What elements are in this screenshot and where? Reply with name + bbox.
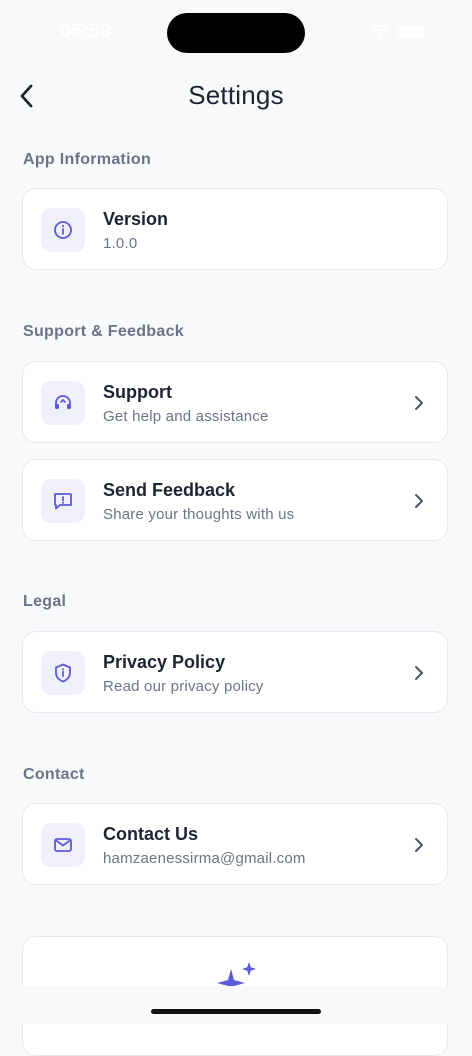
chevron-right-icon [415,666,423,680]
shield-icon [55,663,71,683]
contact-us-row[interactable]: Contact Us hamzaenessirma@gmail.com [22,803,448,885]
info-icon-container [41,208,85,252]
home-indicator [151,1009,321,1014]
status-time: 06:59 [60,20,112,42]
support-subtitle: Get help and assistance [103,408,269,425]
status-icons [370,24,428,39]
section-header-support-feedback: Support & Feedback [23,323,184,340]
version-title: Version [103,209,169,229]
section-header-legal: Legal [23,593,67,610]
info-icon [54,221,72,239]
send-feedback-row[interactable]: Send Feedback Share your thoughts with u… [22,459,448,541]
headset-icon-container [41,381,85,425]
privacy-policy-subtitle: Read our privacy policy [103,678,264,695]
section-header-app-information: App Information [23,151,152,168]
privacy-policy-title: Privacy Policy [103,652,226,672]
chevron-right-icon [415,494,423,508]
support-title: Support [103,382,172,402]
section-header-contact: Contact [23,766,85,783]
nav-bar: Settings [0,70,472,124]
headset-icon [55,395,71,409]
shield-icon-container [41,651,85,695]
battery-icon [398,25,428,39]
version-value: 1.0.0 [103,235,138,252]
chevron-right-icon [415,396,423,410]
contact-us-email: hamzaenessirma@gmail.com [103,850,306,867]
privacy-policy-row[interactable]: Privacy Policy Read our privacy policy [22,631,448,713]
chevron-right-icon [415,838,423,852]
contact-us-title: Contact Us [103,824,199,844]
mail-icon [54,838,72,852]
page-title: Settings [188,80,284,110]
dynamic-island [167,13,305,53]
wifi-icon [370,24,390,39]
bottom-fade [0,986,472,1024]
feedback-icon [54,493,72,510]
support-row[interactable]: Support Get help and assistance [22,361,448,443]
send-feedback-subtitle: Share your thoughts with us [103,506,295,523]
mail-icon-container [41,823,85,867]
send-feedback-title: Send Feedback [103,480,236,500]
status-bar: 06:59 [0,0,472,60]
feedback-icon-container [41,479,85,523]
version-row: Version 1.0.0 [22,188,448,270]
